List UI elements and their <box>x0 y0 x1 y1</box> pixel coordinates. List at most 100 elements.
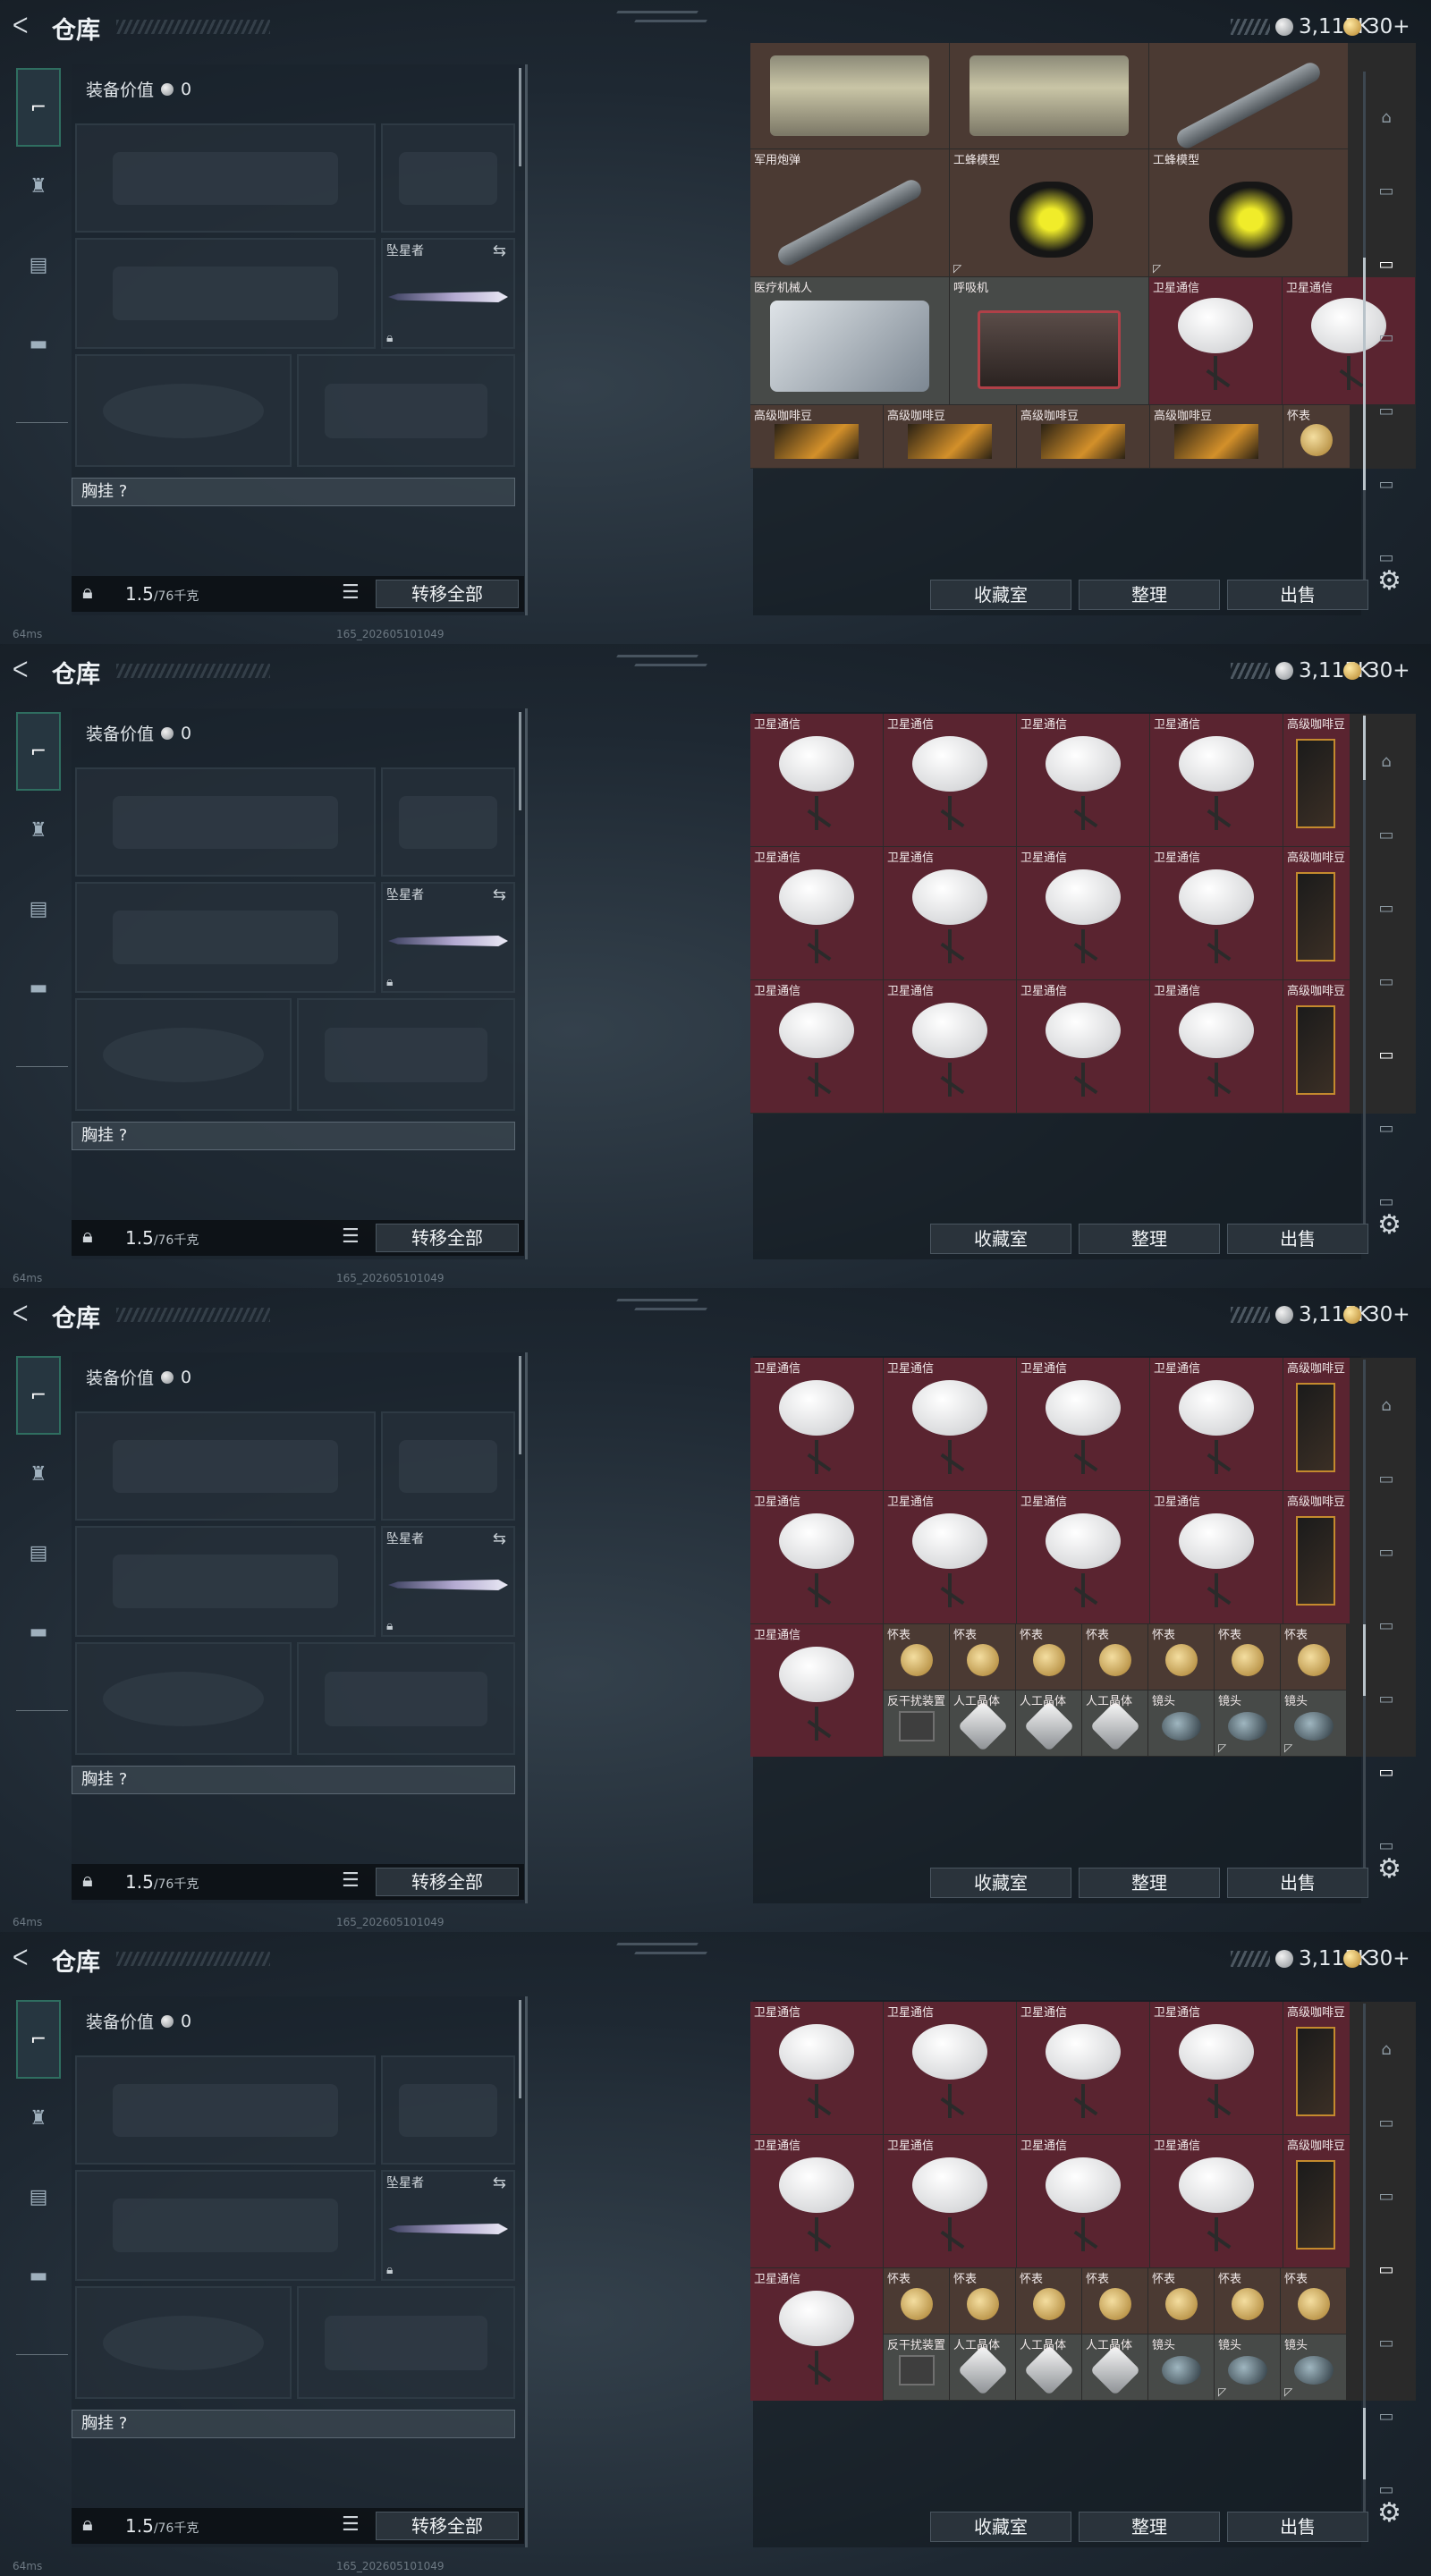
transfer-all-button[interactable]: 转移全部 <box>376 2512 519 2540</box>
scroll-thumb[interactable] <box>1363 2408 1366 2479</box>
storage-item[interactable]: 呼吸机 <box>950 277 1148 404</box>
storage-item[interactable]: 卫星通信 <box>1150 2002 1283 2134</box>
collection-button[interactable]: 收藏室 <box>930 1868 1071 1898</box>
warehouse-tab-tv-icon[interactable]: ▭ <box>1368 1091 1404 1165</box>
gear-icon[interactable]: ⚙ <box>1377 1853 1401 1885</box>
storage-item[interactable]: 军用炮弹 <box>750 149 949 276</box>
warehouse-tab-tv-icon[interactable]: ▭ <box>1368 154 1404 227</box>
primary-weapon-slot[interactable] <box>75 123 376 233</box>
collection-button[interactable]: 收藏室 <box>930 2512 1071 2542</box>
storage-item[interactable]: 卫星通信 <box>884 2135 1016 2267</box>
storage-item[interactable]: 镜头 <box>1148 1690 1214 1756</box>
helmet-slot[interactable] <box>75 998 292 1111</box>
pistol-slot[interactable] <box>381 2055 515 2165</box>
storage-item[interactable]: 镜头 <box>1148 2334 1214 2400</box>
swap-icon[interactable]: ⇆ <box>493 1530 506 1548</box>
warehouse-tab-tv-icon[interactable]: ▭ <box>1368 871 1404 945</box>
equipment-scrollbar[interactable] <box>519 712 521 810</box>
back-arrow-icon[interactable]: ᐸ <box>13 13 39 39</box>
storage-scrollbar[interactable] <box>1363 2004 1366 2540</box>
collection-button[interactable]: 收藏室 <box>930 1224 1071 1254</box>
storage-item[interactable]: 怀表 <box>950 2268 1015 2334</box>
primary-weapon-slot[interactable] <box>75 767 376 877</box>
swap-icon[interactable]: ⇆ <box>493 886 506 904</box>
storage-item[interactable]: 卫星通信 <box>1017 847 1149 979</box>
vest-icon[interactable]: ▤ <box>16 869 61 948</box>
warehouse-tab-tv-icon[interactable]: ▭ <box>1368 2379 1404 2453</box>
storage-item[interactable] <box>750 43 949 148</box>
storage-item[interactable]: 卫星通信 <box>750 2135 883 2267</box>
storage-item[interactable]: 高级咖啡豆 <box>1283 714 1350 846</box>
scroll-thumb[interactable] <box>1363 716 1366 780</box>
storage-item[interactable] <box>1149 43 1348 148</box>
warehouse-tab-tv-icon[interactable]: ▭ <box>1368 2086 1404 2159</box>
primary-weapon-slot[interactable] <box>75 2055 376 2165</box>
storage-item[interactable]: 卫星通信 <box>1017 1491 1149 1623</box>
briefcase-icon[interactable]: ▬ <box>16 2236 61 2315</box>
gun-icon[interactable]: ⌐ <box>16 1356 61 1435</box>
warehouse-tab-tv-icon[interactable]: ▭ <box>1368 2233 1404 2306</box>
pistol-slot[interactable] <box>381 123 515 233</box>
vest-icon[interactable]: ▤ <box>16 225 61 304</box>
storage-item[interactable]: 怀表 <box>950 1624 1015 1690</box>
transfer-all-button[interactable]: 转移全部 <box>376 580 519 608</box>
storage-item[interactable]: 高级咖啡豆 <box>1283 2135 1350 2267</box>
gear-icon[interactable]: ⚙ <box>1377 1209 1401 1241</box>
storage-item[interactable]: 怀表 <box>1082 2268 1147 2334</box>
storage-item[interactable]: 卫星通信 <box>884 1491 1016 1623</box>
warehouse-tab-tv-icon[interactable]: ▭ <box>1368 798 1404 871</box>
storage-item[interactable]: 医疗机械人 <box>750 277 949 404</box>
storage-scrollbar[interactable] <box>1363 72 1366 608</box>
storage-item[interactable]: 人工晶体 <box>1016 2334 1081 2400</box>
chest-rig-header[interactable]: 胸挂 ? <box>72 2410 515 2438</box>
storage-item[interactable]: 怀表 <box>884 2268 949 2334</box>
storage-item[interactable]: 高级咖啡豆 <box>1283 1491 1350 1623</box>
storage-item[interactable]: 人工晶体 <box>1082 1690 1147 1756</box>
warehouse-tab-tv-icon[interactable]: ▭ <box>1368 301 1404 374</box>
back-arrow-icon[interactable]: ᐸ <box>13 1945 39 1971</box>
storage-item[interactable]: 怀表 <box>884 1624 949 1690</box>
sort-button[interactable]: 整理 <box>1079 2512 1220 2542</box>
back-arrow-icon[interactable]: ᐸ <box>13 1301 39 1327</box>
helmet-icon[interactable]: ♜ <box>16 791 61 869</box>
storage-item[interactable]: 高级咖啡豆 <box>1017 405 1149 468</box>
warehouse-tab-tv-icon[interactable]: ▭ <box>1368 1735 1404 1809</box>
storage-item[interactable]: 高级咖啡豆 <box>1283 980 1350 1113</box>
storage-item[interactable]: 卫星通信 <box>1149 277 1282 404</box>
scroll-thumb[interactable] <box>1363 1624 1366 1696</box>
armor-slot[interactable] <box>297 1642 515 1755</box>
sell-button[interactable]: 出售 <box>1227 580 1368 610</box>
storage-item[interactable]: 卫星通信 <box>1150 1358 1283 1490</box>
gun-icon[interactable]: ⌐ <box>16 2000 61 2079</box>
storage-item[interactable]: 卫星通信 <box>750 1491 883 1623</box>
gear-icon[interactable]: ⚙ <box>1377 565 1401 597</box>
storage-item[interactable]: 卫星通信 <box>750 980 883 1113</box>
list-icon[interactable]: ☰ <box>342 2513 360 2536</box>
briefcase-icon[interactable]: ▬ <box>16 948 61 1027</box>
storage-item[interactable]: 怀表 <box>1016 2268 1081 2334</box>
sell-button[interactable]: 出售 <box>1227 2512 1368 2542</box>
equipment-scrollbar[interactable] <box>519 2000 521 2098</box>
storage-item[interactable]: 镜头 ◸ <box>1215 1690 1280 1756</box>
pistol-slot[interactable] <box>381 767 515 877</box>
warehouse-tab-tv-icon[interactable]: ▭ <box>1368 1515 1404 1589</box>
storage-item[interactable]: 高级咖啡豆 <box>1283 1358 1350 1490</box>
storage-item[interactable]: 高级咖啡豆 <box>750 405 883 468</box>
storage-item[interactable]: 高级咖啡豆 <box>884 405 1016 468</box>
helmet-slot[interactable] <box>75 1642 292 1755</box>
secondary-weapon-slot[interactable] <box>75 2170 376 2281</box>
storage-item[interactable]: 人工晶体 <box>950 1690 1015 1756</box>
storage-item[interactable]: 怀表 <box>1281 1624 1346 1690</box>
armor-slot[interactable] <box>297 998 515 1111</box>
melee-slot[interactable]: 坠星者 ⇆ 🔒︎ <box>381 238 515 349</box>
sort-button[interactable]: 整理 <box>1079 580 1220 610</box>
warehouse-tab-tv-icon[interactable]: ▭ <box>1368 227 1404 301</box>
storage-item[interactable]: 卫星通信 <box>750 714 883 846</box>
pistol-slot[interactable] <box>381 1411 515 1521</box>
storage-item[interactable]: 卫星通信 <box>750 847 883 979</box>
storage-item[interactable]: 卫星通信 <box>1017 980 1149 1113</box>
sell-button[interactable]: 出售 <box>1227 1868 1368 1898</box>
warehouse-tab-tv-icon[interactable]: ▭ <box>1368 2306 1404 2379</box>
equipment-scrollbar[interactable] <box>519 68 521 166</box>
storage-item[interactable]: 卫星通信 <box>1017 1358 1149 1490</box>
